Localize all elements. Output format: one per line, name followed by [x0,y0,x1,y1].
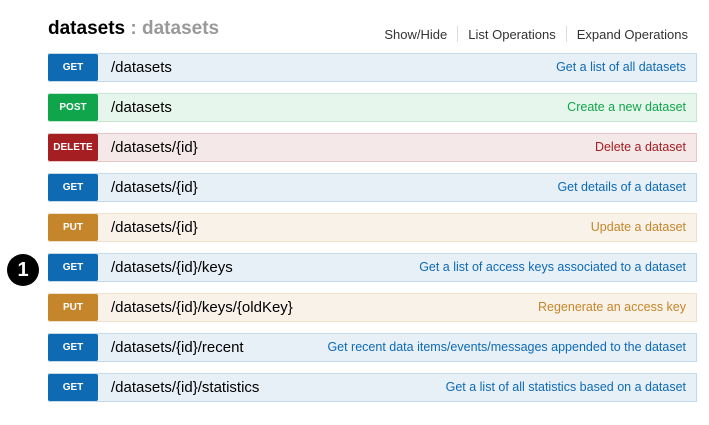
operation-path[interactable]: /datasets/{id} [111,139,198,156]
operation-path[interactable]: /datasets/{id} [111,179,198,196]
operation-row[interactable]: GET /datasets/{id}/recent Get recent dat… [48,333,697,362]
operation-row[interactable]: DELETE /datasets/{id} Delete a dataset [48,133,697,162]
resource-header: datasets : datasets Show/Hide List Opera… [48,18,698,48]
operation-row[interactable]: PUT /datasets/{id} Update a dataset [48,213,697,242]
operation-path[interactable]: /datasets [111,99,172,116]
resource-name[interactable]: datasets [48,18,125,39]
method-badge[interactable]: GET [48,174,98,201]
method-badge[interactable]: GET [48,54,98,81]
operation-summary[interactable]: Regenerate an access key [538,294,686,321]
header-links: Show/Hide List Operations Expand Operati… [374,26,688,42]
operations-list: GET /datasets Get a list of all datasets… [48,53,697,413]
resource-separator: : [125,18,142,39]
operation-row[interactable]: GET /datasets/{id}/keys Get a list of ac… [48,253,697,282]
method-badge[interactable]: PUT [48,214,98,241]
operation-row[interactable]: GET /datasets Get a list of all datasets [48,53,697,82]
method-badge[interactable]: GET [48,334,98,361]
resource-title[interactable]: datasets : datasets [48,18,219,40]
step-number-badge: 1 [7,254,39,286]
operation-row[interactable]: POST /datasets Create a new dataset [48,93,697,122]
operation-path[interactable]: /datasets/{id} [111,219,198,236]
operation-summary[interactable]: Get a list of all datasets [556,54,686,81]
operation-summary[interactable]: Create a new dataset [567,94,686,121]
operation-path[interactable]: /datasets/{id}/keys/{oldKey} [111,299,293,316]
operation-summary[interactable]: Update a dataset [591,214,686,241]
method-badge[interactable]: PUT [48,294,98,321]
operation-row[interactable]: GET /datasets/{id} Get details of a data… [48,173,697,202]
expand-operations-link[interactable]: Expand Operations [567,27,688,42]
method-badge[interactable]: DELETE [48,134,98,161]
operation-summary[interactable]: Get a list of all statistics based on a … [446,374,686,401]
operation-summary[interactable]: Get a list of access keys associated to … [419,254,686,281]
show-hide-link[interactable]: Show/Hide [374,27,457,42]
operation-summary[interactable]: Delete a dataset [595,134,686,161]
operation-path[interactable]: /datasets/{id}/statistics [111,379,259,396]
list-operations-link[interactable]: List Operations [458,27,565,42]
method-badge[interactable]: GET [48,374,98,401]
operation-summary[interactable]: Get recent data items/events/messages ap… [327,334,686,361]
operation-row[interactable]: GET /datasets/{id}/statistics Get a list… [48,373,697,402]
resource-description: datasets [142,18,220,39]
method-badge[interactable]: GET [48,254,98,281]
operation-path[interactable]: /datasets/{id}/keys [111,259,233,276]
operation-summary[interactable]: Get details of a dataset [557,174,686,201]
operation-row[interactable]: PUT /datasets/{id}/keys/{oldKey} Regener… [48,293,697,322]
method-badge[interactable]: POST [48,94,98,121]
operation-path[interactable]: /datasets/{id}/recent [111,339,244,356]
operation-path[interactable]: /datasets [111,59,172,76]
